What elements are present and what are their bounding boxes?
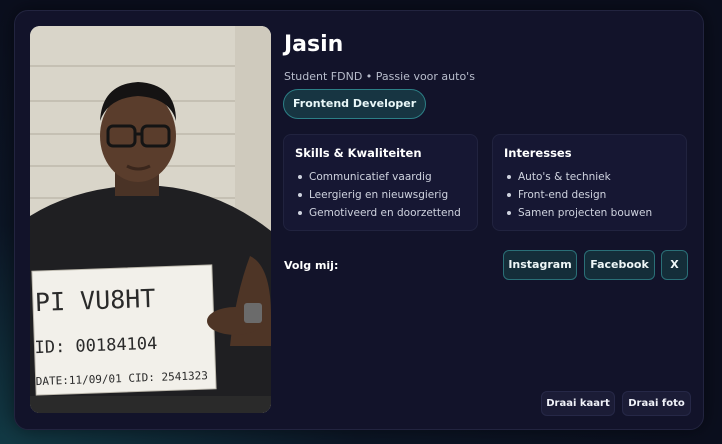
interests-title: Interesses [504,146,572,160]
skills-panel: Skills & Kwaliteiten Communicatief vaard… [283,134,478,231]
flip-photo-button[interactable]: Draai foto [622,391,691,416]
profile-tagline: Student FDND • Passie voor auto's [284,70,475,83]
svg-text:PI VU8HT: PI VU8HT [34,284,155,317]
flip-card-button[interactable]: Draai kaart [541,391,615,416]
profile-photo: PI VU8HT ID: 00184104 DATE:11/09/01 CID:… [30,26,271,413]
list-item: Communicatief vaardig [295,168,466,186]
facebook-button[interactable]: Facebook [584,250,655,280]
svg-text:ID: 00184104: ID: 00184104 [34,334,157,358]
role-badge: Frontend Developer [283,89,427,119]
instagram-button[interactable]: Instagram [503,250,577,280]
skills-title: Skills & Kwaliteiten [295,146,422,160]
list-item: Auto's & techniek [504,168,675,186]
x-button[interactable]: X [661,250,688,280]
follow-label: Volg mij: [284,259,339,272]
profile-name: Jasin [284,32,344,57]
list-item: Samen projecten bouwen [504,204,675,222]
interests-panel: Interesses Auto's & techniek Front-end d… [492,134,687,231]
list-item: Gemotiveerd en doorzettend [295,204,466,222]
list-item: Leergierig en nieuwsgierig [295,186,466,204]
list-item: Front-end design [504,186,675,204]
